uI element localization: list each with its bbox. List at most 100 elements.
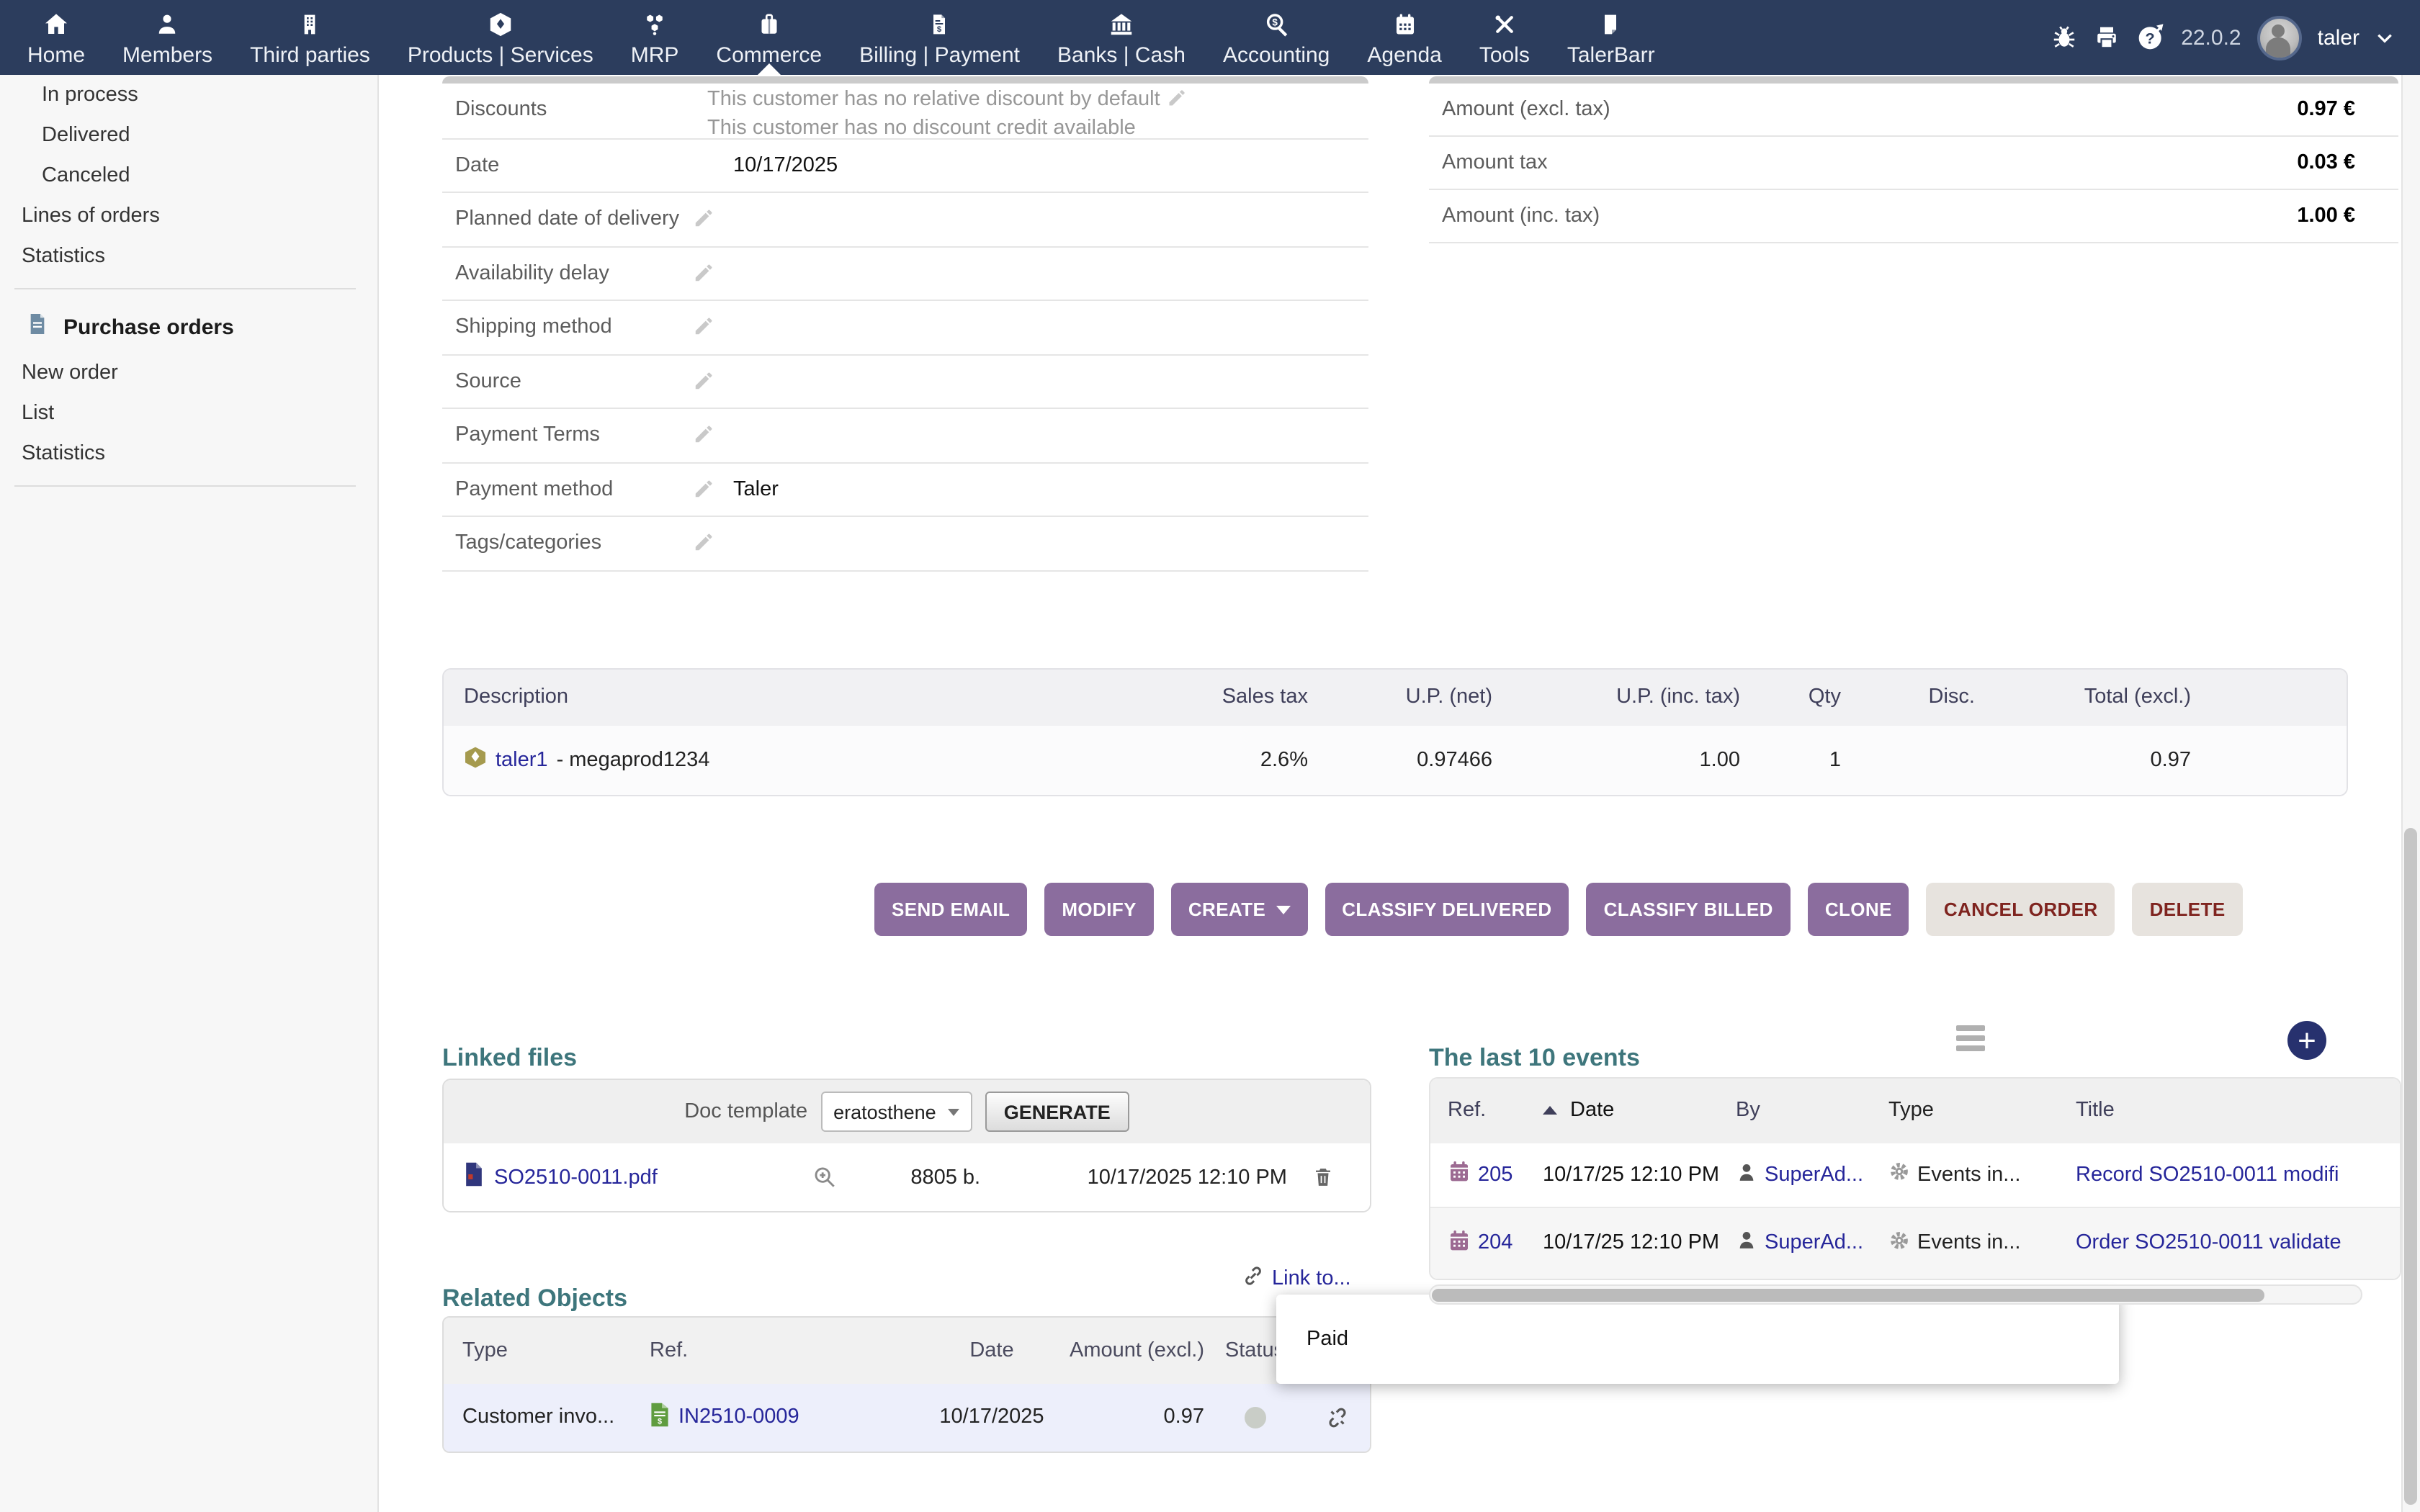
nav-item-third-parties[interactable]: Third parties: [231, 0, 389, 75]
field-row-discounts: Discounts This customer has no relative …: [442, 83, 1368, 139]
link-to-action[interactable]: Link to...: [1242, 1264, 1351, 1293]
col-header-ref[interactable]: Ref.: [1448, 1099, 1543, 1122]
col-header-date[interactable]: Date: [1543, 1099, 1736, 1122]
linked-files-title: Linked files: [442, 1044, 577, 1073]
create-button[interactable]: CREATE: [1171, 883, 1307, 936]
nav-item-products-services[interactable]: Products | Services: [389, 0, 612, 75]
line-sales-tax: 2.6%: [1147, 749, 1319, 772]
events-header-row: Ref. Date By Type Title: [1430, 1078, 2400, 1143]
amount-value: 0.97 €: [2297, 83, 2355, 135]
related-type: Customer invo...: [462, 1406, 650, 1429]
event-type-cell: Events in...: [1888, 1161, 2076, 1188]
sidebar-section-purchase-orders[interactable]: Purchase orders: [0, 301, 377, 353]
related-objects-title: Related Objects: [442, 1284, 627, 1313]
event-ref-link[interactable]: 205: [1478, 1163, 1512, 1186]
edit-pencil-icon[interactable]: [693, 477, 714, 506]
nav-item-members[interactable]: Members: [104, 0, 231, 75]
products-icon: [487, 10, 514, 39]
sidebar-item-list[interactable]: List: [0, 393, 377, 433]
nav-item-home[interactable]: Home: [9, 0, 104, 75]
clone-button[interactable]: CLONE: [1808, 883, 1909, 936]
sidebar-item-lines-of-orders[interactable]: Lines of orders: [0, 196, 377, 236]
cancel-order-button[interactable]: CANCEL ORDER: [1927, 883, 2115, 936]
edit-pencil-icon[interactable]: [693, 369, 714, 398]
events-title: The last 10 events: [1429, 1044, 1640, 1073]
event-title-link[interactable]: Order SO2510-0011 validate: [2076, 1231, 2341, 1254]
edit-pencil-icon[interactable]: [693, 531, 714, 560]
event-user-link[interactable]: SuperAd...: [1765, 1163, 1863, 1186]
sidebar-item-statistics-sales[interactable]: Statistics: [0, 236, 377, 276]
sidebar-item-in-process[interactable]: In process: [0, 75, 377, 115]
col-header-ref: Ref.: [650, 1339, 902, 1362]
calendar-event-icon: [1448, 1228, 1471, 1258]
modify-button[interactable]: MODIFY: [1044, 883, 1154, 936]
chevron-down-icon[interactable]: [2375, 28, 2394, 47]
related-amount: 0.97: [1082, 1406, 1204, 1429]
edit-pencil-icon[interactable]: [693, 261, 714, 290]
unlink-icon[interactable]: [1305, 1405, 1370, 1430]
event-type-cell: Events in...: [1888, 1229, 2076, 1256]
vertical-scrollbar-thumb[interactable]: [2404, 828, 2417, 1505]
file-size: 8805 b.: [864, 1166, 980, 1189]
send-email-button[interactable]: SEND EMAIL: [874, 883, 1027, 936]
status-dot: [1244, 1407, 1265, 1428]
delete-button[interactable]: DELETE: [2133, 883, 2243, 936]
related-date: 10/17/2025: [902, 1406, 1082, 1429]
edit-pencil-icon[interactable]: [693, 315, 714, 344]
col-header-total: Total (excl.): [1986, 686, 2202, 709]
nav-item-agenda[interactable]: Agenda: [1348, 0, 1460, 75]
zoom-plus-icon[interactable]: [785, 1165, 864, 1189]
nav-item-mrp[interactable]: MRP: [612, 0, 698, 75]
event-user-link[interactable]: SuperAd...: [1765, 1231, 1863, 1254]
event-by-cell: SuperAd...: [1736, 1160, 1888, 1189]
nav-item-billing-payment[interactable]: $ Billing | Payment: [841, 0, 1039, 75]
sidebar-item-new-order[interactable]: New order: [0, 353, 377, 393]
pdf-icon: [464, 1162, 484, 1192]
field-row-shipping-method: Shipping method: [442, 301, 1368, 355]
product-ref-link[interactable]: taler1: [496, 749, 548, 772]
doc-template-select[interactable]: eratosthene: [820, 1092, 972, 1132]
nav-label: Agenda: [1367, 43, 1441, 68]
nav-item-commerce[interactable]: Commerce: [697, 0, 841, 75]
sidebar-section-label: Purchase orders: [63, 315, 234, 339]
horizontal-scrollbar-thumb[interactable]: [1432, 1289, 2264, 1301]
edit-pencil-icon[interactable]: [693, 423, 714, 452]
nav-item-talerbarr[interactable]: TalerBarr: [1549, 0, 1674, 75]
classify-billed-button[interactable]: CLASSIFY BILLED: [1587, 883, 1791, 936]
field-row-tags-categories: Tags/categories: [442, 517, 1368, 571]
doc-icon: [26, 311, 49, 343]
banks-icon: [1108, 10, 1135, 39]
talerbarr-icon: [1600, 10, 1623, 39]
add-event-button[interactable]: +: [2287, 1021, 2326, 1060]
col-header-by[interactable]: By: [1736, 1099, 1888, 1122]
classify-delivered-button[interactable]: CLASSIFY DELIVERED: [1325, 883, 1569, 936]
edit-pencil-icon[interactable]: [693, 207, 714, 236]
list-icon[interactable]: [1956, 1025, 1985, 1051]
col-header-description: Description: [444, 686, 1147, 709]
related-ref-link[interactable]: IN2510-0009: [678, 1406, 799, 1429]
sidebar-item-delivered[interactable]: Delivered: [0, 115, 377, 156]
nav-item-banks-cash[interactable]: Banks | Cash: [1039, 0, 1204, 75]
generate-button[interactable]: GENERATE: [985, 1092, 1129, 1132]
bug-icon[interactable]: [2051, 24, 2077, 50]
nav-item-tools[interactable]: Tools: [1461, 0, 1549, 75]
topbar-right-cluster: ? 22.0.2 taler: [2051, 0, 2420, 75]
help-icon[interactable]: ?: [2136, 23, 2165, 52]
sidebar-item-canceled[interactable]: Canceled: [0, 156, 377, 196]
nav-item-accounting[interactable]: $ Accounting: [1204, 0, 1348, 75]
commerce-icon: [756, 10, 782, 39]
svg-text:$: $: [1272, 17, 1278, 28]
edit-pencil-icon[interactable]: [1168, 87, 1188, 115]
sidebar-item-statistics-purchase[interactable]: Statistics: [0, 433, 377, 474]
trash-icon[interactable]: [1287, 1165, 1358, 1189]
col-header-type[interactable]: Type: [1888, 1099, 2076, 1122]
user-name[interactable]: taler: [2318, 25, 2360, 50]
file-name-link[interactable]: SO2510-0011.pdf: [494, 1166, 658, 1189]
print-icon[interactable]: [2093, 24, 2120, 50]
event-title-link[interactable]: Record SO2510-0011 modifi: [2076, 1163, 2339, 1186]
file-name-cell: SO2510-0011.pdf: [455, 1162, 785, 1192]
field-label: Date: [455, 139, 499, 192]
col-header-title[interactable]: Title: [2076, 1099, 2400, 1122]
event-ref-link[interactable]: 204: [1478, 1231, 1512, 1254]
user-avatar[interactable]: [2257, 15, 2302, 60]
